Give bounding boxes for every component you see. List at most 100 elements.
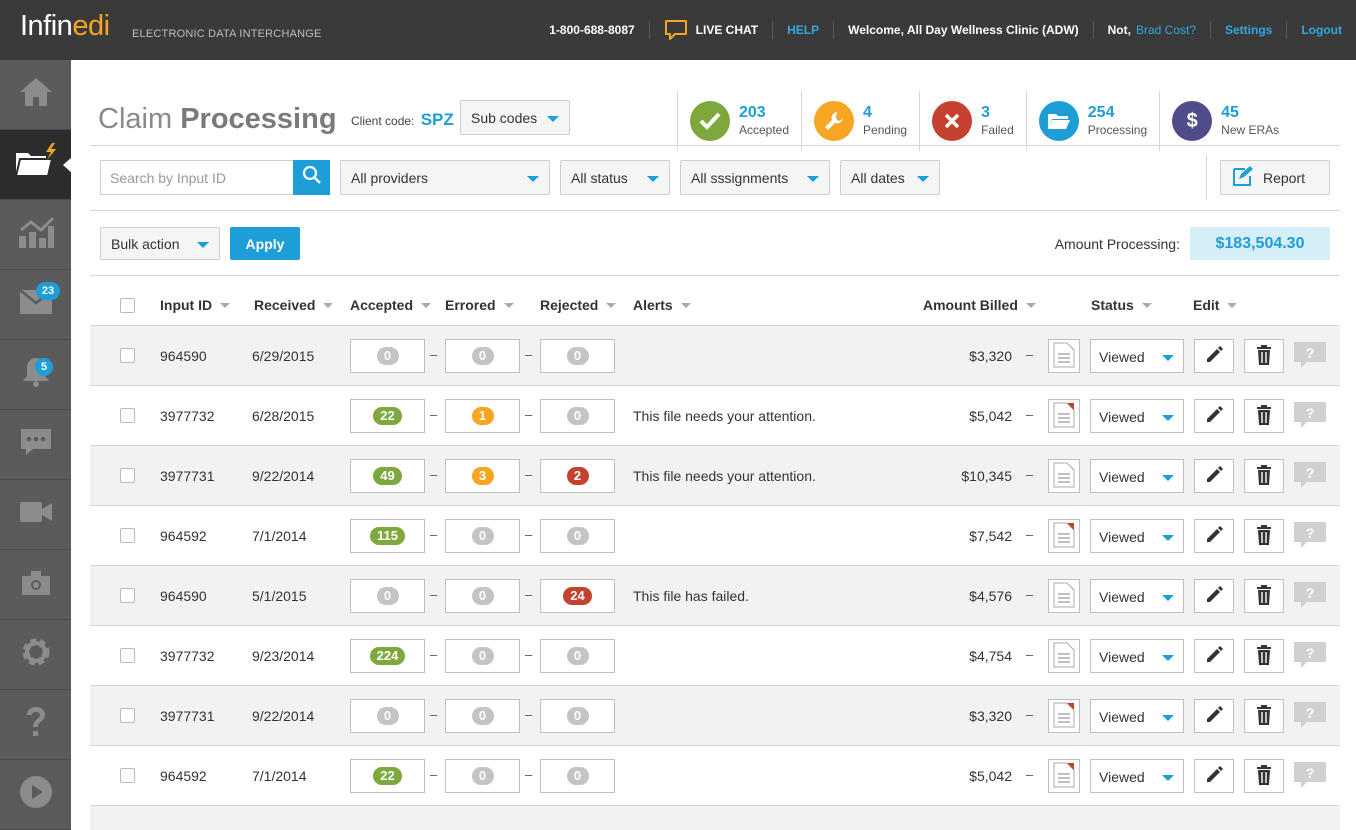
input-id[interactable]: 3977731 — [160, 686, 215, 746]
switch-user-link[interactable]: Brad Cost? — [1136, 23, 1196, 37]
sidebar-item-camera[interactable] — [0, 550, 71, 620]
edit-button[interactable] — [1194, 699, 1234, 733]
search-button[interactable] — [293, 160, 330, 195]
col-amount-billed[interactable]: Amount Billed — [923, 297, 1036, 313]
accepted-box[interactable]: 0 — [350, 579, 425, 613]
question-bubble-icon[interactable]: ? — [1293, 521, 1327, 554]
col-input-id[interactable]: Input ID — [160, 297, 231, 313]
question-bubble-icon[interactable]: ? — [1293, 641, 1327, 674]
rejected-box[interactable]: 2 — [540, 459, 615, 493]
rejected-box[interactable]: 0 — [540, 759, 615, 793]
rejected-box[interactable]: 0 — [540, 399, 615, 433]
edit-button[interactable] — [1194, 399, 1234, 433]
delete-button[interactable] — [1244, 759, 1284, 793]
rejected-box[interactable]: 24 — [540, 579, 615, 613]
status-select[interactable]: Viewed — [1090, 579, 1184, 613]
document-button[interactable] — [1048, 459, 1080, 493]
input-id[interactable]: 3977732 — [160, 626, 215, 686]
status-select[interactable]: Viewed — [1090, 759, 1184, 793]
sidebar-item-notifications[interactable]: 5 — [0, 340, 71, 410]
input-id[interactable]: 964590 — [160, 326, 207, 386]
row-checkbox[interactable] — [120, 468, 135, 483]
stat-processing[interactable]: 254 Processing — [1025, 91, 1159, 151]
stat-new-eras[interactable]: $ 45 New ERAs — [1159, 91, 1291, 151]
input-id[interactable]: 964590 — [160, 566, 207, 626]
sidebar-item-claims[interactable] — [0, 130, 72, 200]
delete-button[interactable] — [1244, 579, 1284, 613]
question-bubble-icon[interactable]: ? — [1293, 761, 1327, 794]
question-bubble-icon[interactable]: ? — [1293, 701, 1327, 734]
document-button[interactable] — [1048, 759, 1080, 793]
sidebar-item-reports[interactable] — [0, 200, 71, 270]
sub-codes-dropdown[interactable]: Sub codes — [460, 100, 570, 135]
edit-button[interactable] — [1194, 519, 1234, 553]
assignments-dropdown[interactable]: All sssignments — [680, 160, 830, 195]
document-button[interactable] — [1048, 699, 1080, 733]
delete-button[interactable] — [1244, 519, 1284, 553]
select-all-checkbox[interactable] — [120, 298, 135, 313]
delete-button[interactable] — [1244, 459, 1284, 493]
sidebar-item-video[interactable] — [0, 480, 71, 550]
logo[interactable]: Infinedi — [20, 10, 110, 43]
edit-button[interactable] — [1194, 639, 1234, 673]
col-rejected[interactable]: Rejected — [540, 297, 617, 313]
document-button[interactable] — [1048, 399, 1080, 433]
delete-button[interactable] — [1244, 339, 1284, 373]
status-select[interactable]: Viewed — [1090, 399, 1184, 433]
row-checkbox[interactable] — [120, 708, 135, 723]
bulk-action-dropdown[interactable]: Bulk action — [100, 227, 220, 260]
live-chat-link[interactable]: LIVE CHAT — [664, 19, 758, 41]
sidebar-item-home[interactable] — [0, 60, 71, 130]
settings-link[interactable]: Settings — [1225, 23, 1272, 37]
rejected-box[interactable]: 0 — [540, 519, 615, 553]
row-checkbox[interactable] — [120, 588, 135, 603]
errored-box[interactable]: 1 — [445, 399, 520, 433]
row-checkbox[interactable] — [120, 408, 135, 423]
errored-box[interactable]: 0 — [445, 759, 520, 793]
rejected-box[interactable]: 0 — [540, 699, 615, 733]
logout-link[interactable]: Logout — [1301, 23, 1342, 37]
status-select[interactable]: Viewed — [1090, 639, 1184, 673]
edit-button[interactable] — [1194, 339, 1234, 373]
accepted-box[interactable]: 49 — [350, 459, 425, 493]
status-select[interactable]: Viewed — [1090, 699, 1184, 733]
sidebar-item-play[interactable] — [0, 760, 71, 830]
input-id[interactable]: 964592 — [160, 506, 207, 566]
col-received[interactable]: Received — [254, 297, 334, 313]
document-button[interactable] — [1048, 639, 1080, 673]
stat-failed[interactable]: 3 Failed — [919, 91, 1026, 151]
delete-button[interactable] — [1244, 639, 1284, 673]
status-select[interactable]: Viewed — [1090, 459, 1184, 493]
errored-box[interactable]: 0 — [445, 519, 520, 553]
question-bubble-icon[interactable]: ? — [1293, 401, 1327, 434]
row-checkbox[interactable] — [120, 528, 135, 543]
status-select[interactable]: Viewed — [1090, 519, 1184, 553]
question-bubble-icon[interactable]: ? — [1293, 461, 1327, 494]
accepted-box[interactable]: 224 — [350, 639, 425, 673]
document-button[interactable] — [1048, 579, 1080, 613]
delete-button[interactable] — [1244, 399, 1284, 433]
help-link[interactable]: HELP — [787, 23, 819, 37]
report-button[interactable]: Report — [1220, 160, 1330, 195]
errored-box[interactable]: 0 — [445, 699, 520, 733]
col-status[interactable]: Status — [1091, 297, 1152, 313]
col-accepted[interactable]: Accepted — [350, 297, 432, 313]
sidebar-item-chat[interactable] — [0, 410, 71, 480]
input-id[interactable]: 964592 — [160, 746, 207, 806]
accepted-box[interactable]: 22 — [350, 759, 425, 793]
providers-dropdown[interactable]: All providers — [340, 160, 550, 195]
search-input[interactable] — [101, 161, 293, 194]
row-checkbox[interactable] — [120, 648, 135, 663]
stat-accepted[interactable]: 203 Accepted — [677, 91, 801, 151]
delete-button[interactable] — [1244, 699, 1284, 733]
status-filter-dropdown[interactable]: All status — [560, 160, 670, 195]
col-errored[interactable]: Errored — [445, 297, 514, 313]
errored-box[interactable]: 3 — [445, 459, 520, 493]
rejected-box[interactable]: 0 — [540, 339, 615, 373]
accepted-box[interactable]: 0 — [350, 699, 425, 733]
sidebar-item-settings[interactable] — [0, 620, 71, 690]
document-button[interactable] — [1048, 339, 1080, 373]
input-id[interactable]: 3977731 — [160, 446, 215, 506]
document-button[interactable] — [1048, 519, 1080, 553]
errored-box[interactable]: 0 — [445, 579, 520, 613]
